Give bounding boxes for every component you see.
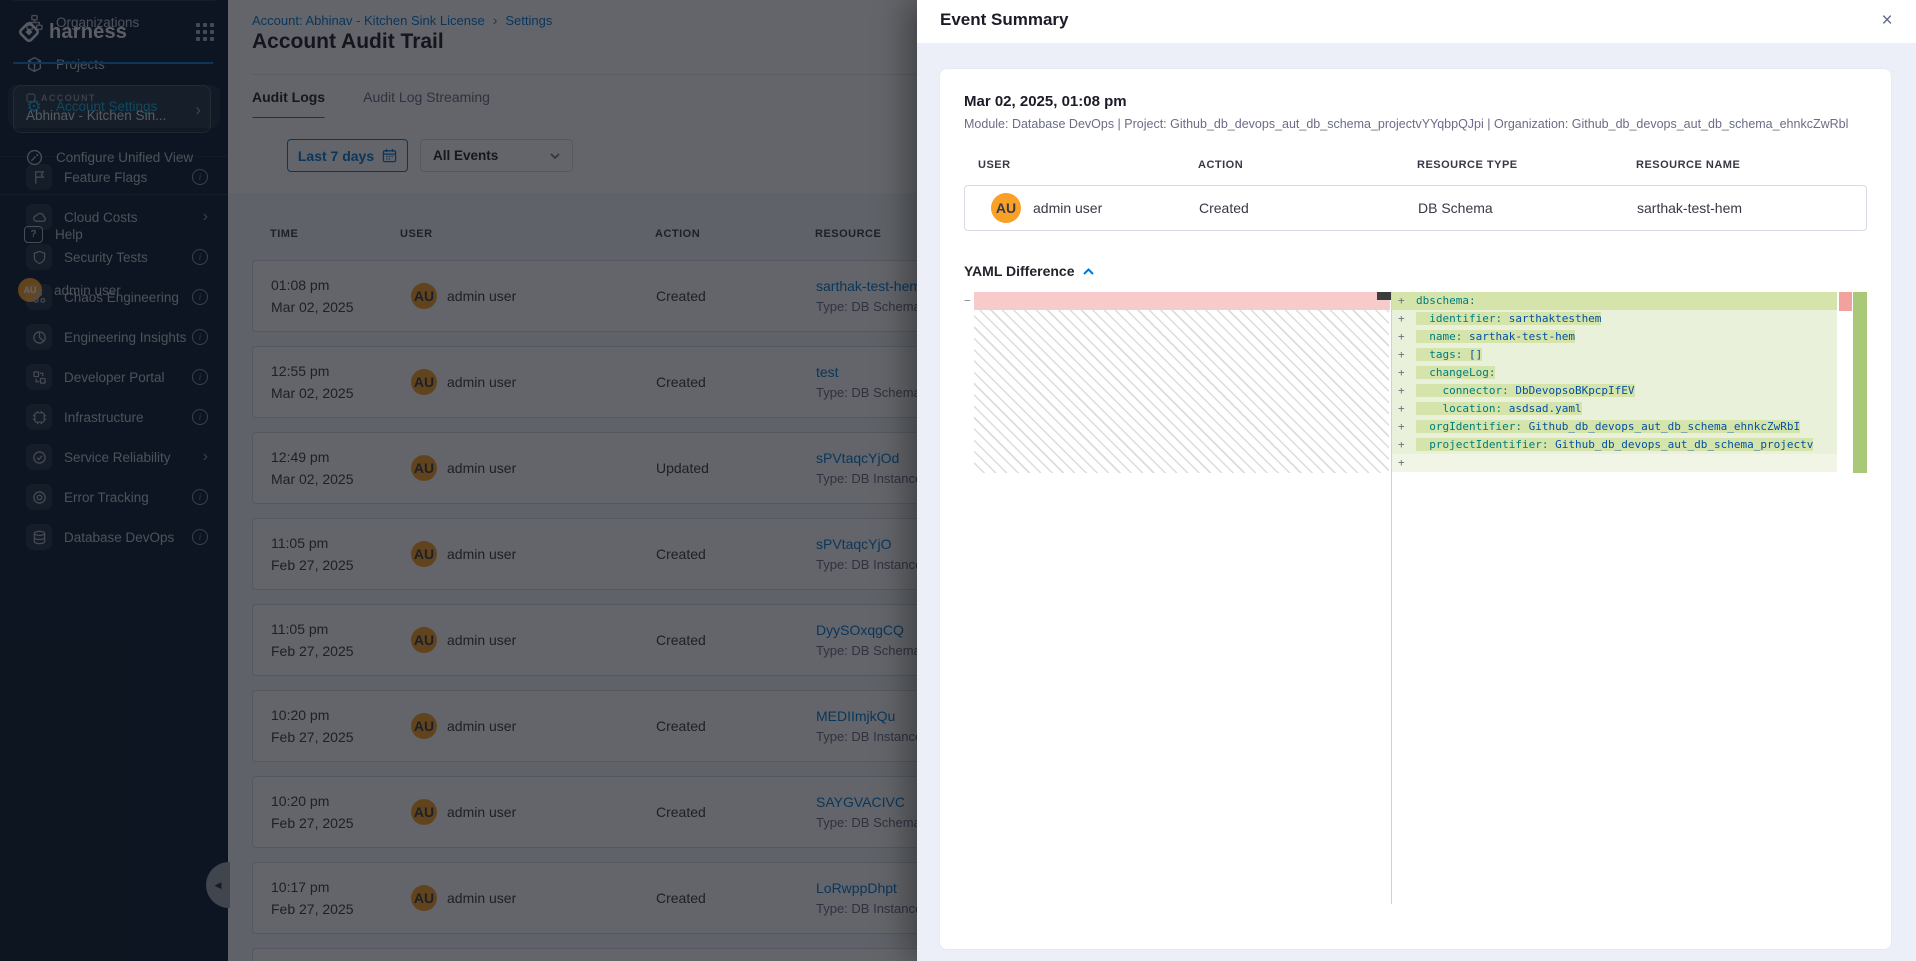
diff-line-text: connector: DbDevopsoBKpcpIfEV	[1416, 384, 1635, 397]
diff-line-text: orgIdentifier: Github_db_devops_aut_db_s…	[1416, 420, 1800, 433]
diff-insert-gutter: +	[1398, 346, 1405, 364]
diff-inserted-lines: +dbschema:+ identifier: sarthaktesthem+ …	[1392, 292, 1837, 472]
diff-line: + projectIdentifier: Github_db_devops_au…	[1392, 436, 1837, 454]
yaml-value: Github_db_devops_aut_db_schema_projectv	[1548, 438, 1813, 451]
diff-line: + location: asdsad.yaml	[1392, 400, 1837, 418]
event-resource-type: DB Schema	[1418, 200, 1637, 216]
diff-ruler-insert-marker	[1853, 292, 1867, 473]
diff-insert-gutter: +	[1398, 310, 1405, 328]
yaml-value: sarthak-test-hem	[1462, 330, 1575, 343]
yaml-difference-label: YAML Difference	[964, 263, 1074, 279]
diff-overview-cursor	[1377, 292, 1391, 300]
event-user-cell: AU admin user	[979, 193, 1199, 223]
diff-insert-gutter: +	[1398, 382, 1405, 400]
yaml-value: Github_db_devops_aut_db_schema_ehnkcZwRb…	[1522, 420, 1800, 433]
diff-line: + connector: DbDevopsoBKpcpIfEV	[1392, 382, 1837, 400]
event-action: Created	[1199, 200, 1418, 216]
chevron-up-icon	[1083, 268, 1094, 275]
diff-line-text: projectIdentifier: Github_db_devops_aut_…	[1416, 438, 1813, 451]
event-summary-drawer: Event Summary × Mar 02, 2025, 01:08 pm M…	[917, 0, 1916, 961]
yaml-value: DbDevopsoBKpcpIfEV	[1509, 384, 1635, 397]
event-context: Module: Database DevOps | Project: Githu…	[964, 117, 1867, 131]
diff-line: + changeLog:	[1392, 364, 1837, 382]
diff-insert-gutter: +	[1398, 454, 1405, 472]
diff-line: +	[1392, 454, 1837, 472]
diff-empty-hatch	[974, 310, 1389, 473]
event-timestamp: Mar 02, 2025, 01:08 pm	[964, 93, 1867, 110]
yaml-value: asdsad.yaml	[1502, 402, 1581, 415]
drawer-title: Event Summary	[940, 10, 1069, 30]
diff-line-text: dbschema:	[1416, 294, 1476, 307]
col-resource-name: RESOURCE NAME	[1636, 159, 1867, 171]
yaml-key: identifier:	[1416, 312, 1502, 325]
yaml-key: connector:	[1416, 384, 1509, 397]
yaml-key: location:	[1416, 402, 1502, 415]
yaml-diff-viewer[interactable]: − + dbschema: + identifier: sarthaktesthem…	[964, 292, 1867, 904]
diff-pane-right: +dbschema:+ identifier: sarthaktesthem+ …	[1391, 292, 1867, 904]
diff-line-text: tags: []	[1416, 348, 1482, 361]
yaml-value: []	[1462, 348, 1482, 361]
diff-line: + identifier: sarthaktesthem	[1392, 310, 1837, 328]
diff-insert-gutter: +	[1398, 292, 1405, 310]
yaml-key: changeLog:	[1416, 366, 1495, 379]
event-resource-name: sarthak-test-hem	[1637, 200, 1866, 216]
diff-ruler-delete-marker	[1839, 292, 1852, 311]
diff-insert-gutter: +	[1398, 418, 1405, 436]
diff-line: + orgIdentifier: Github_db_devops_aut_db…	[1392, 418, 1837, 436]
avatar: AU	[991, 193, 1021, 223]
event-table-row: AU admin user Created DB Schema sarthak-…	[964, 185, 1867, 231]
col-action: ACTION	[1198, 159, 1417, 171]
diff-line: + tags: []	[1392, 346, 1837, 364]
diff-pane-left: −	[964, 292, 1391, 904]
yaml-key: dbschema:	[1416, 294, 1476, 307]
diff-line-text: name: sarthak-test-hem	[1416, 330, 1575, 343]
diff-line-text: identifier: sarthaktesthem	[1416, 312, 1601, 325]
event-card: Mar 02, 2025, 01:08 pm Module: Database …	[939, 68, 1892, 950]
col-user: USER	[978, 159, 1198, 171]
diff-delete-gutter: −	[964, 292, 974, 310]
diff-insert-gutter: +	[1398, 400, 1405, 418]
yaml-difference-toggle[interactable]: YAML Difference	[964, 263, 1867, 279]
diff-line: + dbschema:	[1392, 292, 1837, 310]
drawer-body: Mar 02, 2025, 01:08 pm Module: Database …	[917, 43, 1916, 961]
yaml-key: name:	[1416, 330, 1462, 343]
event-table-header: USER ACTION RESOURCE TYPE RESOURCE NAME	[964, 159, 1867, 171]
diff-line-text: changeLog:	[1416, 366, 1495, 379]
diff-insert-gutter: +	[1398, 328, 1405, 346]
col-resource-type: RESOURCE TYPE	[1417, 159, 1636, 171]
diff-line-text: location: asdsad.yaml	[1416, 402, 1582, 415]
yaml-key: tags:	[1416, 348, 1462, 361]
event-user-name: admin user	[1033, 200, 1102, 216]
diff-insert-gutter: +	[1398, 364, 1405, 382]
yaml-key: orgIdentifier:	[1416, 420, 1522, 433]
close-icon[interactable]: ×	[1874, 8, 1900, 34]
diff-line: + name: sarthak-test-hem	[1392, 328, 1837, 346]
yaml-key: projectIdentifier:	[1416, 438, 1548, 451]
diff-deleted-line	[974, 292, 1390, 310]
drawer-header: Event Summary ×	[917, 0, 1916, 44]
harness-app: harness ACCOUNT Abhinav - Kitchen Sin...…	[0, 0, 1916, 961]
diff-insert-gutter: +	[1398, 436, 1405, 454]
yaml-value: sarthaktesthem	[1502, 312, 1601, 325]
